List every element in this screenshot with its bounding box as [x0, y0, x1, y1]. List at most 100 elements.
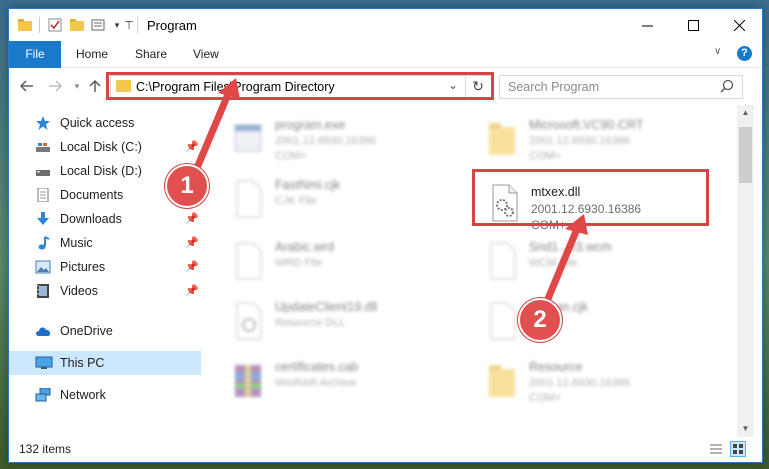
videos-icon — [35, 284, 51, 298]
sidebar-item-label: Quick access — [60, 116, 135, 130]
file-item[interactable]: certificates.cab WinRAR Archive — [209, 357, 449, 409]
sidebar-item-onedrive[interactable]: OneDrive — [9, 319, 201, 343]
title-bar: ▾ ⊤ Program — [9, 9, 762, 41]
sidebar-item-label: Local Disk (D:) — [60, 164, 142, 178]
file-highlight — [472, 169, 709, 226]
qa-divider — [39, 17, 40, 33]
folder-icon — [487, 361, 517, 401]
sidebar-item-label: Music — [60, 236, 93, 250]
file-name: Snd1...03.wcm — [529, 240, 612, 254]
pin-icon: 📌 — [185, 285, 199, 297]
sidebar-item-music[interactable]: Music 📌 — [9, 231, 201, 255]
navigation-pane: Quick access Local Disk (C:) 📌 Local Dis… — [9, 105, 201, 437]
properties-icon[interactable] — [47, 17, 63, 33]
sidebar-item-local-disk-c[interactable]: Local Disk (C:) 📌 — [9, 135, 201, 159]
sidebar-item-this-pc[interactable]: This PC — [9, 351, 201, 375]
tab-share[interactable]: Share — [135, 41, 167, 67]
item-count: 132 items — [19, 442, 72, 456]
sidebar-item-downloads[interactable]: Downloads 📌 — [9, 207, 201, 231]
file-type: COM+ — [529, 150, 562, 162]
recent-locations-icon[interactable]: ▾ — [67, 76, 87, 96]
scroll-thumb[interactable] — [739, 127, 752, 183]
download-icon — [35, 212, 51, 226]
scroll-down-icon[interactable]: ▼ — [737, 421, 754, 437]
music-icon — [35, 236, 51, 250]
new-folder-icon[interactable] — [69, 17, 85, 33]
explorer-window: ▾ ⊤ Program File Home Share View ∨ ? ▾ C… — [8, 8, 763, 463]
file-item[interactable]: program.exe 2001.12.6930.16386 COM+ — [209, 115, 449, 167]
status-bar: 132 items — [9, 437, 762, 462]
file-item[interactable]: FastNmi.cjk CJK File — [209, 175, 449, 227]
up-button[interactable] — [85, 76, 105, 96]
sidebar-item-label: Pictures — [60, 260, 106, 274]
generic-file-icon — [487, 241, 517, 281]
file-name: program.exe — [275, 118, 346, 132]
file-name: Resource — [529, 360, 583, 374]
file-list: program.exe 2001.12.6930.16386 COM+ Fast… — [209, 105, 737, 437]
navigation-bar: ▾ C:\Program Files\Program Directory ⌄ ↻… — [9, 68, 762, 104]
file-item[interactable]: Microsoft.VC90.CRT 2001.12.6930.16386 CO… — [463, 115, 703, 167]
step-marker-2: 2 — [518, 298, 562, 342]
file-item[interactable]: Snd1...03.wcm WCM File — [463, 237, 703, 289]
sidebar-item-label: OneDrive — [60, 324, 113, 338]
file-name: Arabic.wrd — [275, 240, 335, 254]
drive-icon — [35, 164, 51, 178]
close-button[interactable] — [716, 9, 762, 41]
sidebar-item-label: Local Disk (C:) — [60, 140, 142, 154]
scroll-up-icon[interactable]: ▲ — [737, 105, 754, 121]
minimize-button[interactable] — [624, 9, 670, 41]
archive-file-icon — [233, 361, 263, 401]
file-item[interactable]: Korean.cjk — [463, 297, 703, 349]
sidebar-item-label: This PC — [60, 356, 105, 370]
file-item[interactable]: Arabic.wrd WRD File — [209, 237, 449, 289]
file-item[interactable]: UpdateClient19.dll Resource DLL — [209, 297, 449, 349]
sidebar-item-label: Network — [60, 388, 106, 402]
sidebar-item-pictures[interactable]: Pictures 📌 — [9, 255, 201, 279]
file-type: Resource DLL — [275, 317, 346, 329]
generic-file-icon — [233, 179, 263, 219]
address-highlight — [106, 72, 494, 100]
ribbon: File Home Share View ∨ ? — [9, 41, 762, 93]
pin-icon: 📌 — [185, 261, 199, 273]
forward-button[interactable] — [45, 76, 65, 96]
sidebar-item-network[interactable]: Network — [9, 383, 201, 407]
sidebar-item-label: Downloads — [60, 212, 122, 226]
details-view-icon[interactable] — [709, 442, 723, 456]
generic-file-icon — [487, 301, 517, 341]
exe-file-icon — [233, 119, 263, 159]
sidebar-item-label: Documents — [60, 188, 124, 202]
file-type: CJK File — [275, 195, 317, 207]
network-icon — [35, 387, 51, 402]
window-title: Program — [147, 18, 197, 33]
folder-icon — [17, 17, 33, 33]
drive-icon — [35, 140, 51, 154]
pin-icon: 📌 — [185, 141, 199, 153]
file-version: 2001.12.6930.16386 — [529, 377, 630, 389]
tab-view[interactable]: View — [193, 41, 219, 67]
pin-down-icon[interactable]: ⊤ — [121, 17, 137, 33]
pictures-icon — [35, 260, 51, 274]
sidebar-item-quick-access[interactable]: Quick access — [9, 111, 201, 135]
file-name: FastNmi.cjk — [275, 178, 341, 192]
help-icon[interactable]: ? — [737, 46, 752, 61]
sidebar-item-videos[interactable]: Videos 📌 — [9, 279, 201, 303]
generic-file-icon — [233, 241, 263, 281]
folder-icon — [487, 119, 517, 159]
file-type: WRD File — [275, 257, 323, 269]
search-input[interactable]: Search Program — [499, 75, 743, 99]
file-item[interactable]: Resource 2001.12.6930.16386 COM+ — [463, 357, 703, 409]
expand-ribbon-icon[interactable]: ∨ — [714, 46, 721, 57]
dll-file-icon — [233, 301, 263, 341]
customize-icon[interactable] — [91, 17, 107, 33]
file-type: WinRAR Archive — [275, 377, 357, 389]
file-name: UpdateClient19.dll — [275, 300, 378, 314]
tab-home[interactable]: Home — [76, 41, 108, 67]
documents-icon — [35, 187, 51, 203]
file-version: 2001.12.6930.16386 — [529, 135, 630, 147]
maximize-button[interactable] — [670, 9, 716, 41]
pin-icon: 📌 — [185, 237, 199, 249]
back-button[interactable] — [17, 76, 37, 96]
tiles-view-icon[interactable] — [730, 441, 746, 457]
vertical-scrollbar[interactable]: ▲ ▼ — [737, 105, 754, 437]
star-icon — [35, 116, 51, 130]
